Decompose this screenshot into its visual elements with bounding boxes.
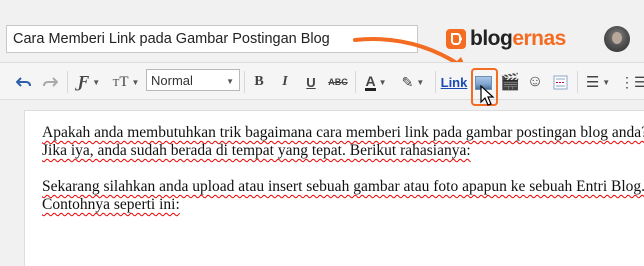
- numbered-list-button[interactable]: ⋮☰: [620, 71, 644, 93]
- italic-button[interactable]: I: [276, 71, 294, 93]
- logo-text-accent: ernas: [512, 27, 566, 50]
- editor-line-3: [25, 160, 644, 178]
- jump-break-icon: [553, 75, 567, 89]
- font-family-button[interactable]: Ƒ ▼: [74, 71, 104, 93]
- text-color-icon: A: [365, 72, 376, 91]
- editor-line-4: Sekarang silahkan anda upload atau inser…: [42, 178, 644, 195]
- text-color-button[interactable]: A ▼: [361, 71, 391, 93]
- editor-line-1: Apakah anda membutuhkan trik bagaimana c…: [42, 124, 644, 141]
- highlight-icon: ✎: [401, 73, 414, 90]
- font-size-select[interactable]: Normal ▼: [146, 69, 240, 91]
- bold-button[interactable]: B: [250, 71, 268, 93]
- list-icon: ⋮☰: [620, 73, 644, 90]
- blogger-editor-window: blogernas Ƒ▼ TT▼ B I U ABC A▼: [0, 0, 644, 266]
- highlight-button[interactable]: ✎ ▼: [397, 71, 429, 93]
- insert-video-button[interactable]: 🎬: [500, 71, 520, 93]
- underline-button[interactable]: U: [302, 71, 320, 93]
- text-size-button[interactable]: TT ▼: [110, 71, 142, 93]
- link-button[interactable]: Link: [440, 71, 468, 93]
- editor-line-2: Jika iya, anda sudah berada di tempat ya…: [42, 142, 471, 159]
- font-size-value: Normal: [151, 72, 193, 88]
- chevron-down-icon: ▼: [226, 77, 234, 86]
- undo-button[interactable]: [14, 71, 34, 93]
- header: blogernas: [0, 0, 644, 60]
- editor-line-5: Contohnya seperti ini:: [42, 196, 180, 213]
- strikethrough-button[interactable]: ABC: [327, 71, 349, 93]
- font-family-icon: Ƒ: [77, 72, 90, 91]
- post-body-editor[interactable]: Apakah anda membutuhkan trik bagaimana c…: [24, 110, 644, 266]
- align-icon: ☰: [585, 74, 600, 91]
- undo-icon: [16, 77, 31, 87]
- redo-icon: [43, 77, 58, 87]
- editor-toolbar: Ƒ ▼ TT ▼ B I U ABC A ▼ ✎ ▼ Link 🎬 ☺ ☰ ▼ …: [0, 62, 644, 100]
- jump-break-button[interactable]: [550, 71, 570, 93]
- logo-text: blogernas: [470, 27, 566, 51]
- emoji-button[interactable]: ☺: [525, 71, 545, 93]
- insert-video-icon: 🎬: [500, 74, 520, 91]
- avatar[interactable]: [604, 26, 630, 52]
- text-size-icon: TT: [112, 73, 129, 90]
- align-button[interactable]: ☰ ▼: [583, 71, 613, 93]
- emoji-icon: ☺: [526, 73, 544, 90]
- redo-button[interactable]: [40, 71, 60, 93]
- mouse-cursor-icon: [480, 85, 495, 106]
